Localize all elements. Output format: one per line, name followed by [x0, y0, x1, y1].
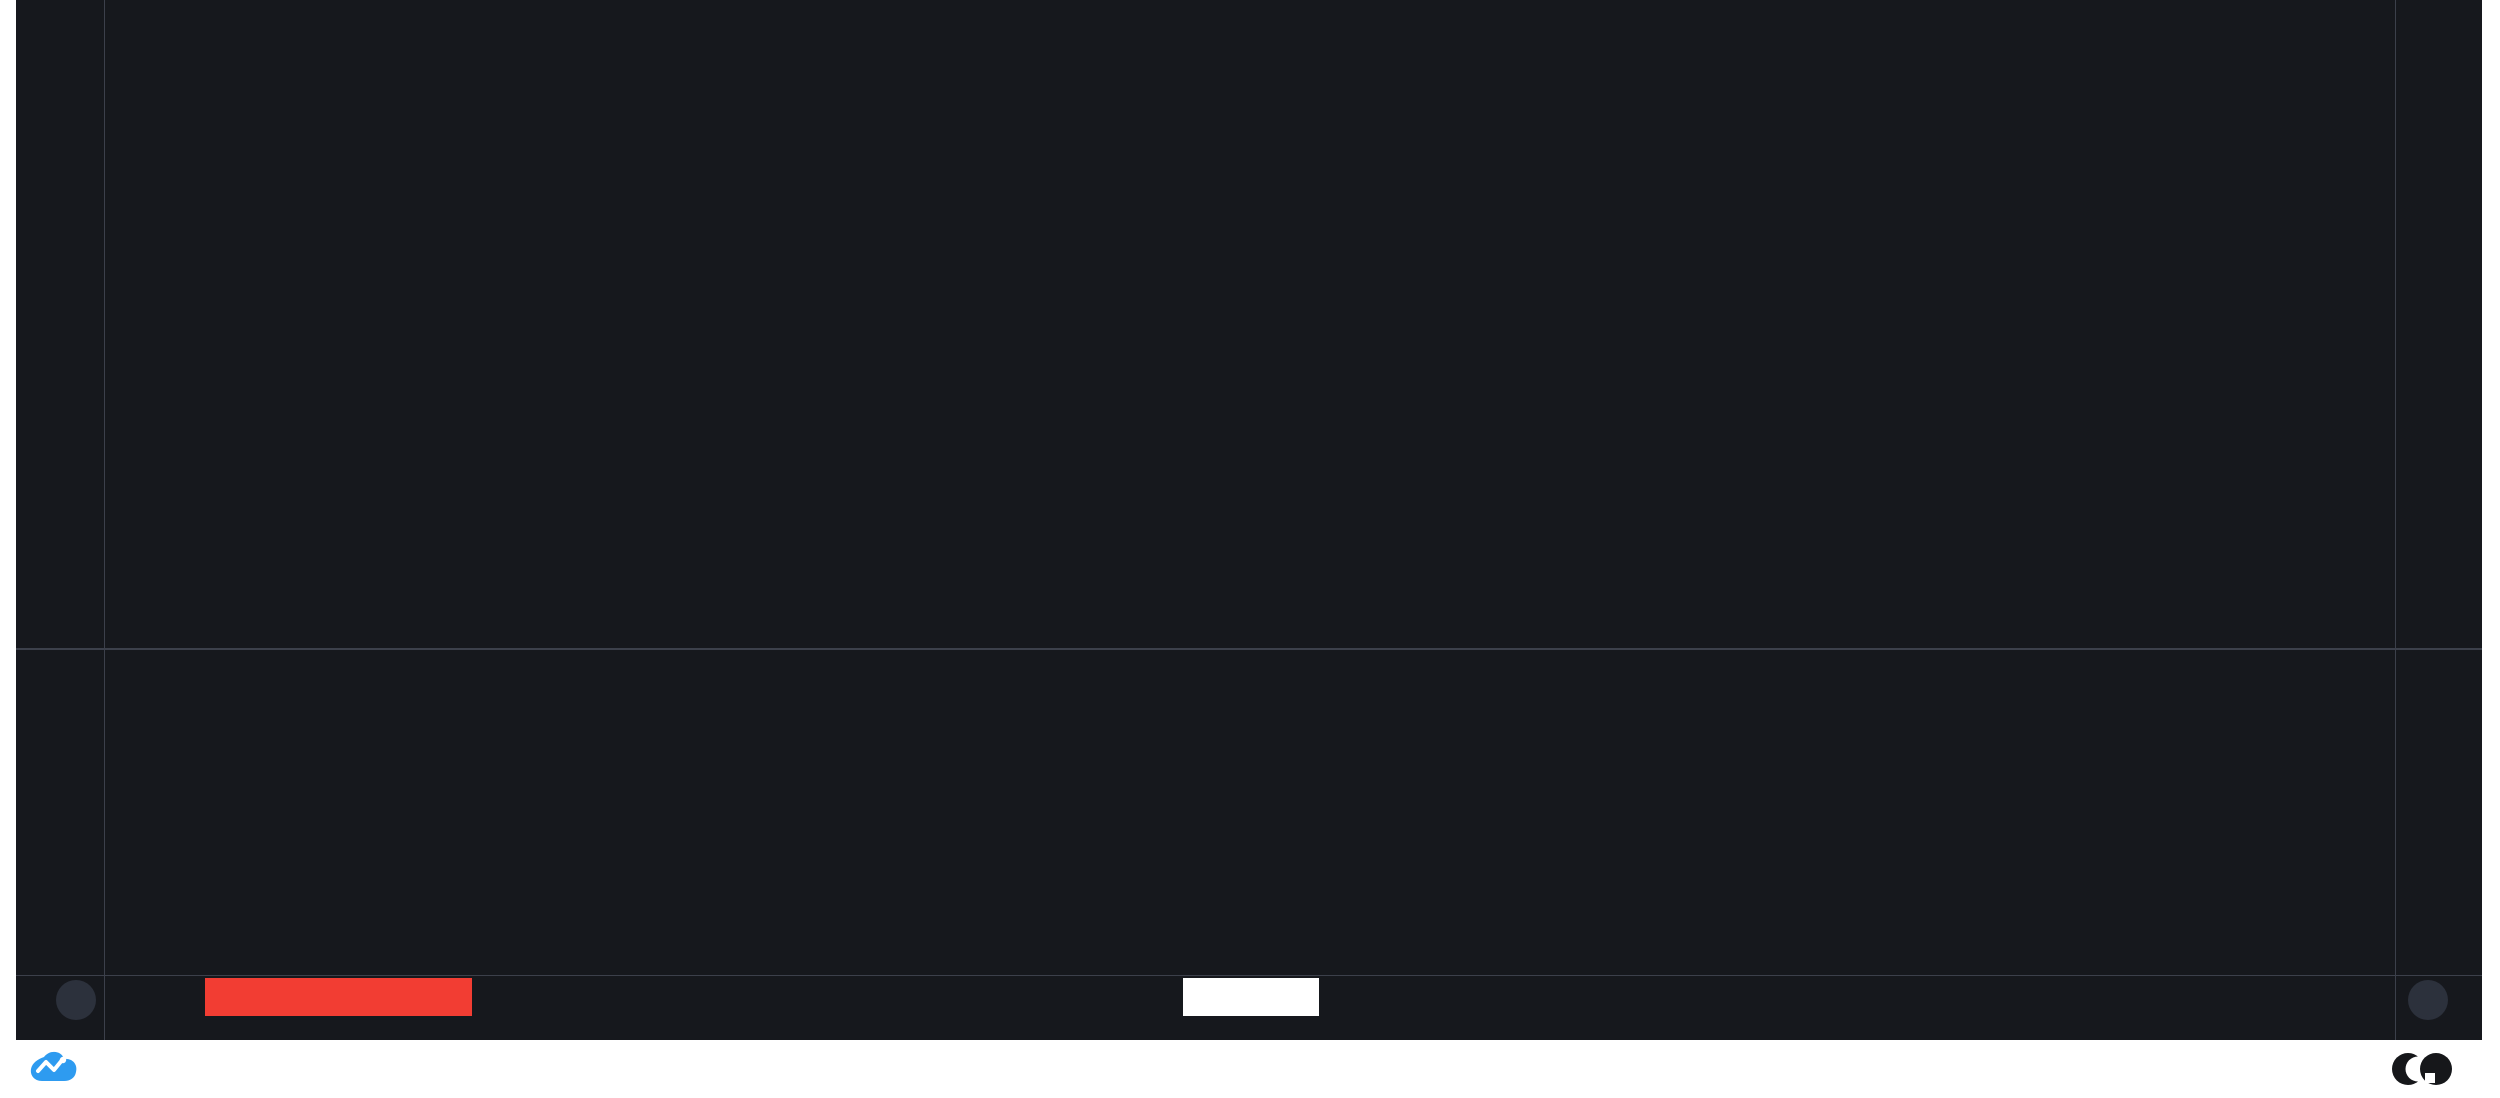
ma-legend[interactable] [122, 672, 136, 698]
tradingview-logo[interactable] [30, 1046, 90, 1092]
top-pane-chart[interactable] [104, 0, 2395, 648]
timezone-button[interactable] [56, 980, 96, 1020]
chart-root [16, 0, 2482, 1040]
date-chip-18-jan [372, 978, 472, 1016]
date-chip-25-nov [310, 978, 372, 1016]
btc-price-badge [16, 0, 103, 30]
right-scale-border [2395, 0, 2396, 1040]
cryptoquant-logo[interactable] [2392, 1046, 2468, 1092]
tradingview-cloud-icon [30, 1049, 78, 1089]
mpi-ma-value-badge [2396, 0, 2482, 30]
date-chip-15-aug [205, 978, 310, 1016]
left-scale-border [104, 0, 105, 1040]
bottom-pane-chart[interactable] [104, 650, 2395, 975]
main-series-legend[interactable] [122, 18, 146, 44]
price-series-legend[interactable] [122, 55, 146, 81]
time-axis-border [16, 975, 2482, 976]
cryptoquant-icon [2392, 1049, 2458, 1089]
footer-bar [0, 1040, 2500, 1098]
date-chip-26-mar [1183, 978, 1319, 1016]
auto-scale-button[interactable] [2408, 980, 2448, 1020]
pane-separator[interactable] [16, 648, 2482, 650]
